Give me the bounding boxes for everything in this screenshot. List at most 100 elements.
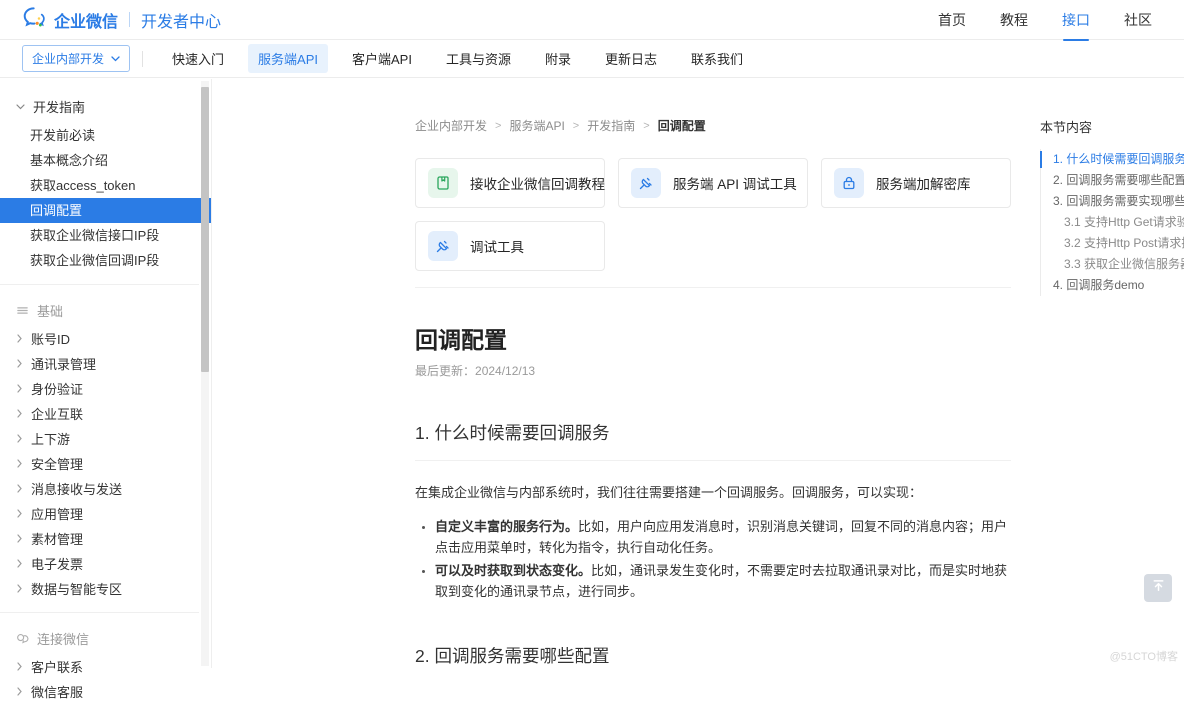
chat-bubbles-icon	[16, 632, 29, 645]
bullet-bold: 自定义丰富的服务行为。	[435, 519, 578, 534]
toc-list: 1. 什么时候需要回调服务 2. 回调服务需要哪些配置 3. 回调服务需要实现哪…	[1040, 149, 1184, 296]
sidebar-item-label: 微信客服	[31, 682, 83, 701]
brand-name: 企业微信	[54, 8, 118, 32]
section-2-heading: 2. 回调服务需要哪些配置	[415, 643, 1011, 668]
doc-tab[interactable]: 服务端API	[248, 44, 328, 73]
back-to-top-button[interactable]	[1144, 574, 1172, 602]
sidebar-scrollbar-thumb[interactable]	[201, 87, 209, 372]
top-nav-item[interactable]: 社区	[1122, 0, 1154, 41]
dev-mode-dropdown[interactable]: 企业内部开发	[22, 45, 130, 72]
breadcrumb-item[interactable]: 企业内部开发	[415, 117, 487, 134]
sidebar-section-label: 基础	[37, 301, 63, 320]
debug-tool-icon	[631, 168, 661, 198]
quick-link-card[interactable]: 服务端 API 调试工具	[618, 158, 808, 208]
sidebar-item[interactable]: 企业互联	[0, 401, 211, 426]
toc-item[interactable]: 3.3 获取企业微信服务器...	[1041, 254, 1184, 275]
sidebar-item[interactable]: 数据与智能专区	[0, 576, 211, 601]
breadcrumb-separator: >	[643, 120, 649, 132]
sidebar-item[interactable]: 消息接收与发送	[0, 476, 211, 501]
book-icon	[428, 168, 458, 198]
quick-link-card[interactable]: 服务端加解密库	[821, 158, 1011, 208]
toc-item[interactable]: 1. 什么时候需要回调服务	[1041, 149, 1184, 170]
doc-tab[interactable]: 客户端API	[342, 44, 422, 73]
sidebar-item[interactable]: 素材管理	[0, 526, 211, 551]
doc-tabs: 快速入门 服务端API 客户端API 工具与资源 附录 更新日志 联系我们	[155, 44, 760, 73]
chevron-right-icon	[17, 434, 22, 443]
sidebar-item[interactable]: 上下游	[0, 426, 211, 451]
sidebar-item[interactable]: 获取企业微信回调IP段	[0, 248, 211, 273]
breadcrumb-item[interactable]: 开发指南	[587, 117, 635, 134]
sidebar-item[interactable]: 安全管理	[0, 451, 211, 476]
chevron-down-icon	[16, 104, 25, 110]
bullet-item: 可以及时获取到状态变化。比如，通讯录发生变化时，不需要定时去拉取通讯录对比，而是…	[435, 560, 1015, 602]
doc-tab[interactable]: 联系我们	[681, 44, 753, 73]
main-content: 企业内部开发 > 服务端API > 开发指南 > 回调配置	[213, 79, 1184, 668]
toc-item[interactable]: 3. 回调服务需要实现哪些功能	[1041, 191, 1184, 212]
sidebar-group-dev-guide[interactable]: 开发指南	[0, 91, 211, 123]
sidebar-item[interactable]: 通讯录管理	[0, 351, 211, 376]
sidebar-item-label: 上下游	[31, 429, 70, 448]
quick-link-card[interactable]: 接收企业微信回调教程	[415, 158, 605, 208]
arrow-up-to-line-icon	[1151, 578, 1166, 598]
toc-item[interactable]: 3.1 支持Http Get请求验...	[1041, 212, 1184, 233]
sidebar-item[interactable]: 电子发票	[0, 551, 211, 576]
breadcrumb-item[interactable]: 回调配置	[658, 117, 706, 134]
sidebar-item-label: 安全管理	[31, 454, 83, 473]
sidebar-item[interactable]: 账号ID	[0, 326, 211, 351]
chevron-right-icon	[17, 559, 22, 568]
brand[interactable]: 企业微信 开发者中心	[22, 5, 221, 35]
toc-item[interactable]: 3.2 支持Http Post请求接...	[1041, 233, 1184, 254]
chevron-right-icon	[17, 359, 22, 368]
sidebar-divider	[0, 612, 199, 613]
toc-header: 本节内容	[1040, 117, 1184, 136]
chevron-right-icon	[17, 662, 22, 671]
quick-link-cards: 接收企业微信回调教程 服务端 API 调试工具	[415, 158, 1015, 271]
sidebar-item-label: 身份验证	[31, 379, 83, 398]
chevron-right-icon	[17, 509, 22, 518]
sidebar-section-base: 基础	[0, 296, 211, 326]
sidebar-item[interactable]: 客户联系	[0, 654, 211, 679]
brand-separator	[129, 12, 130, 27]
sidebar-item[interactable]: 身份验证	[0, 376, 211, 401]
bullet-bold: 可以及时获取到状态变化。	[435, 563, 591, 578]
last-updated: 最后更新：2024/12/13	[415, 362, 1011, 379]
top-nav: 首页 教程 接口 社区	[936, 0, 1154, 41]
section-1-intro: 在集成企业微信与内部系统时，我们往往需要搭建一个回调服务。回调服务，可以实现：	[415, 482, 1011, 503]
doc-tab[interactable]: 附录	[535, 44, 581, 73]
doc-tab[interactable]: 工具与资源	[436, 44, 521, 73]
sidebar-group-items: 开发前必读 基本概念介绍 获取access_token 回调配置 获取企业微信接…	[0, 123, 211, 273]
sidebar-item[interactable]: 获取企业微信接口IP段	[0, 223, 211, 248]
section-1-heading: 1. 什么时候需要回调服务	[415, 420, 1011, 461]
quick-link-card[interactable]: 调试工具	[415, 221, 605, 271]
bullet-item: 自定义丰富的服务行为。比如，用户向应用发消息时，识别消息关键词，回复不同的消息内…	[435, 516, 1015, 558]
top-header: 企业微信 开发者中心 首页 教程 接口 社区	[0, 0, 1184, 40]
toc-panel: 本节内容 1. 什么时候需要回调服务 2. 回调服务需要哪些配置 3. 回调服务…	[1040, 117, 1184, 296]
chevron-right-icon	[17, 584, 22, 593]
breadcrumb-item[interactable]: 服务端API	[509, 117, 564, 134]
last-updated-date: 2024/12/13	[475, 364, 535, 378]
sidebar-section-base-items: 账号ID 通讯录管理 身份验证 企业互联	[0, 326, 211, 601]
chevron-right-icon	[17, 334, 22, 343]
sidebar-item[interactable]: 开发前必读	[0, 123, 211, 148]
sidebar-item[interactable]: 基本概念介绍	[0, 148, 211, 173]
doc-tab[interactable]: 更新日志	[595, 44, 667, 73]
page-title: 回调配置	[415, 321, 1011, 355]
top-nav-item[interactable]: 教程	[998, 0, 1030, 41]
doc-tab[interactable]: 快速入门	[162, 44, 234, 73]
card-label: 服务端 API 调试工具	[673, 173, 797, 193]
chevron-right-icon	[17, 534, 22, 543]
sidebar-item-label: 账号ID	[31, 329, 70, 348]
toc-item[interactable]: 2. 回调服务需要哪些配置	[1041, 170, 1184, 191]
card-label: 调试工具	[470, 236, 524, 256]
top-nav-item[interactable]: 接口	[1060, 0, 1092, 41]
sidebar-item[interactable]: 回调配置	[0, 198, 211, 223]
sidebar-item-label: 通讯录管理	[31, 354, 96, 373]
toc-item[interactable]: 4. 回调服务demo	[1041, 275, 1184, 296]
sidebar-item[interactable]: 获取access_token	[0, 173, 211, 198]
sidebar-item[interactable]: 应用管理	[0, 501, 211, 526]
lock-icon	[834, 168, 864, 198]
sidebar-item[interactable]: 微信客服	[0, 679, 211, 704]
watermark: @51CTO博客	[1110, 648, 1178, 664]
breadcrumb: 企业内部开发 > 服务端API > 开发指南 > 回调配置	[415, 117, 1011, 134]
top-nav-item[interactable]: 首页	[936, 0, 968, 41]
